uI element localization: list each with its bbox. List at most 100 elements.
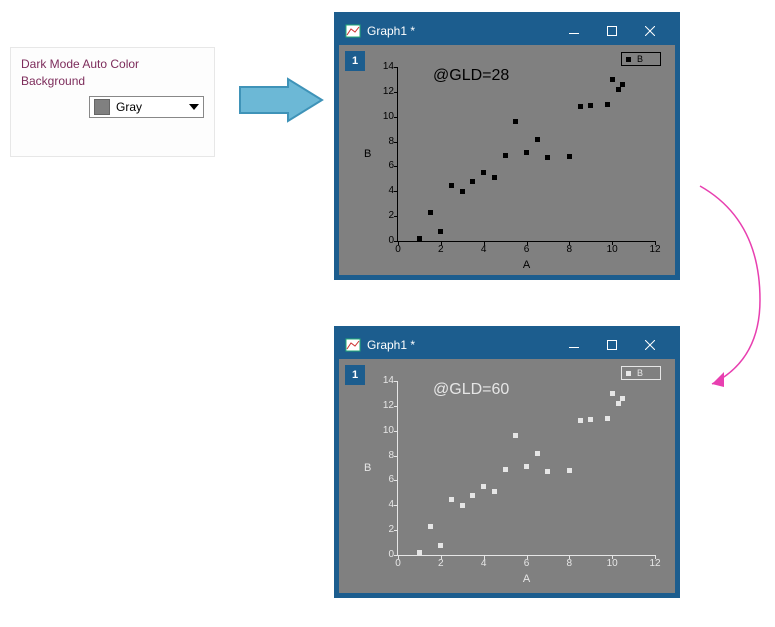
- background-color-dropdown[interactable]: Gray: [89, 96, 204, 118]
- data-point: [481, 484, 486, 489]
- data-point: [578, 104, 583, 109]
- y-axis-label: B: [364, 148, 371, 160]
- data-point: [428, 524, 433, 529]
- minimize-icon: [569, 340, 579, 350]
- data-point: [417, 236, 422, 241]
- plot-body: 1 B @GLD=28 B A 02468101202468101214: [339, 45, 675, 275]
- data-point: [460, 503, 465, 508]
- data-point: [503, 153, 508, 158]
- x-tick: 12: [645, 559, 665, 569]
- y-tick: 10: [374, 426, 394, 436]
- y-tick: 4: [374, 500, 394, 510]
- minimize-button[interactable]: [555, 331, 593, 359]
- app-icon: [345, 338, 361, 352]
- y-tick: 0: [374, 550, 394, 560]
- minimize-button[interactable]: [555, 17, 593, 45]
- y-tick: 4: [374, 186, 394, 196]
- plot-annotation: @GLD=28: [433, 67, 509, 85]
- graph-window-bottom: Graph1 * 1 B @GLD=60 B A 024681012024681…: [334, 326, 680, 598]
- data-point: [567, 154, 572, 159]
- data-point: [567, 468, 572, 473]
- x-tick: 0: [388, 559, 408, 569]
- titlebar[interactable]: Graph1 *: [339, 17, 675, 45]
- data-point: [438, 543, 443, 548]
- data-point: [460, 189, 465, 194]
- data-point: [513, 433, 518, 438]
- data-point: [503, 467, 508, 472]
- x-axis-label: A: [398, 259, 655, 271]
- x-tick: 2: [431, 559, 451, 569]
- settings-panel: Dark Mode Auto Color Background Gray: [10, 47, 215, 157]
- y-tick: 8: [374, 137, 394, 147]
- chevron-down-icon: [189, 104, 199, 110]
- data-point: [616, 87, 621, 92]
- x-tick: 12: [645, 245, 665, 255]
- data-point: [438, 229, 443, 234]
- y-tick: 12: [374, 401, 394, 411]
- legend-marker-icon: [626, 57, 631, 62]
- x-tick: 0: [388, 245, 408, 255]
- data-point: [616, 401, 621, 406]
- setting-label-line2: Background: [21, 73, 204, 90]
- data-point: [492, 489, 497, 494]
- dropdown-value: Gray: [116, 100, 142, 114]
- data-point: [417, 550, 422, 555]
- titlebar[interactable]: Graph1 *: [339, 331, 675, 359]
- data-point: [545, 469, 550, 474]
- setting-label-line1: Dark Mode Auto Color: [21, 56, 204, 73]
- data-point: [449, 497, 454, 502]
- y-tick: 2: [374, 211, 394, 221]
- x-tick: 8: [559, 245, 579, 255]
- plot-body: 1 B @GLD=60 B A 02468101202468101214: [339, 359, 675, 593]
- legend-marker-icon: [626, 371, 631, 376]
- y-tick: 10: [374, 112, 394, 122]
- data-point: [545, 155, 550, 160]
- data-point: [610, 391, 615, 396]
- data-point: [428, 210, 433, 215]
- maximize-button[interactable]: [593, 17, 631, 45]
- x-tick: 8: [559, 559, 579, 569]
- arrow-right-icon: [238, 77, 324, 123]
- data-point: [470, 179, 475, 184]
- y-tick: 8: [374, 451, 394, 461]
- y-tick: 14: [374, 62, 394, 72]
- data-point: [481, 170, 486, 175]
- x-tick: 6: [517, 559, 537, 569]
- close-button[interactable]: [631, 17, 669, 45]
- legend-label: B: [637, 54, 643, 64]
- data-point: [588, 417, 593, 422]
- y-tick: 6: [374, 161, 394, 171]
- y-tick: 6: [374, 475, 394, 485]
- x-tick: 4: [474, 559, 494, 569]
- maximize-icon: [607, 26, 617, 36]
- y-axis-label: B: [364, 462, 371, 474]
- legend[interactable]: B: [621, 366, 661, 380]
- data-point: [449, 183, 454, 188]
- data-point: [605, 102, 610, 107]
- scatter-plot: @GLD=60 B A 02468101202468101214: [397, 381, 655, 556]
- curved-arrow-icon: [694, 180, 766, 403]
- layer-badge[interactable]: 1: [345, 365, 365, 385]
- y-tick: 2: [374, 525, 394, 535]
- data-point: [620, 82, 625, 87]
- x-tick: 6: [517, 245, 537, 255]
- y-tick: 12: [374, 87, 394, 97]
- color-swatch-icon: [94, 99, 110, 115]
- y-tick: 14: [374, 376, 394, 386]
- data-point: [610, 77, 615, 82]
- maximize-icon: [607, 340, 617, 350]
- x-tick: 10: [602, 559, 622, 569]
- x-tick: 4: [474, 245, 494, 255]
- data-point: [492, 175, 497, 180]
- legend-label: B: [637, 368, 643, 378]
- y-tick: 0: [374, 236, 394, 246]
- data-point: [588, 103, 593, 108]
- layer-badge[interactable]: 1: [345, 51, 365, 71]
- data-point: [535, 451, 540, 456]
- legend[interactable]: B: [621, 52, 661, 66]
- x-tick: 10: [602, 245, 622, 255]
- maximize-button[interactable]: [593, 331, 631, 359]
- close-button[interactable]: [631, 331, 669, 359]
- minimize-icon: [569, 26, 579, 36]
- plot-annotation: @GLD=60: [433, 381, 509, 399]
